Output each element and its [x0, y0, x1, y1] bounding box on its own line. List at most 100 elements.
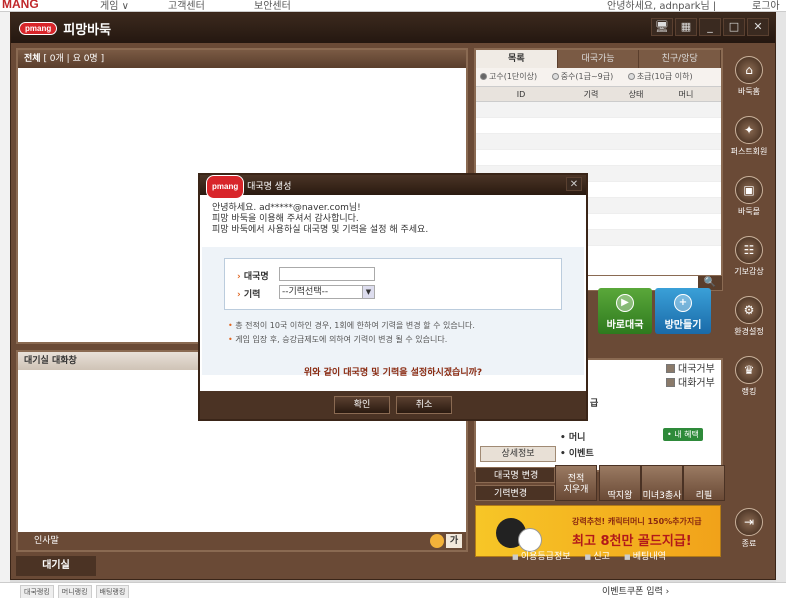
col-grade[interactable]: 기력 [566, 87, 616, 101]
name-input[interactable] [279, 267, 375, 281]
nav-label: 기보감상 [734, 267, 764, 276]
create-room-button[interactable]: + 방만들기 [655, 288, 711, 334]
dialog-question: 위와 같이 대국명 및 기력을 설정하시겠습니까? [303, 368, 483, 378]
emoticon-icon[interactable] [430, 534, 444, 548]
nav-baduk-home[interactable]: ⌂ 바둑홈 [728, 56, 770, 116]
ok-button[interactable]: 확인 [334, 396, 390, 414]
greeting-line: 안녕하세요. ad*****@naver.com님! [212, 203, 361, 213]
grade-filter: 고수(1단이상) 중수(1급~9급) 초급(10급 이하) [476, 68, 721, 86]
maximize-button[interactable]: □ [723, 18, 745, 36]
nav-baduk-mall[interactable]: ▣ 바둑몰 [728, 176, 770, 236]
tab-available[interactable]: 대국가능 [557, 50, 640, 68]
side-nav: ⌂ 바둑홈 ✦ 퍼스트회원 ▣ 바둑몰 ☷ 기보감상 ⚙ 환경설정 ♛ 랭킹 [728, 56, 770, 416]
grade-select-value: --기력선택-- [282, 287, 329, 297]
exit-label: 종료 [741, 539, 757, 548]
tab-friends[interactable]: 친구/앙당 [639, 50, 722, 68]
nav-settings[interactable]: ⚙ 환경설정 [728, 296, 770, 356]
change-name-button[interactable]: 대국명 변경 [475, 467, 555, 483]
checkbox-icon[interactable] [666, 364, 675, 373]
col-money[interactable]: 머니 [656, 87, 716, 101]
nav-game-records[interactable]: ☷ 기보감상 [728, 236, 770, 296]
menu-game[interactable]: 게임 ∨ [100, 0, 129, 11]
app-title: 피망바둑 [63, 23, 112, 38]
refuse-game-checkbox[interactable]: 대국거부 [666, 360, 715, 375]
browser-bottom-bar: 대국랭킹 머니랭킹 배팅랭킹 이벤트쿠폰 입력 › [0, 582, 786, 598]
minimize-button[interactable]: _ [699, 18, 721, 36]
dialog-footer: 확인 취소 [200, 391, 586, 419]
menu-security[interactable]: 보안센터 [254, 0, 291, 11]
grade-high[interactable]: 고수(1단이상) [480, 72, 543, 81]
greeting-button[interactable]: 인사말 [34, 536, 59, 546]
tab-rank-money[interactable]: 머니랭킹 [57, 585, 92, 598]
quick-game-button[interactable]: ▶ 바로대국 [598, 288, 652, 334]
refuse-chat-checkbox[interactable]: 대화거부 [666, 374, 715, 389]
quick-game-label: 바로대국 [606, 320, 644, 331]
tab-list[interactable]: 목록 [476, 50, 558, 68]
plus-icon: + [674, 294, 692, 312]
grade-high-label: 고수(1단이상) [489, 72, 538, 81]
refill-button[interactable]: 리필 [683, 465, 725, 501]
room-filter-all[interactable]: 전체 [24, 54, 41, 64]
list-item[interactable] [476, 134, 721, 150]
screen-icon[interactable]: 🖥 [651, 18, 673, 36]
radio-icon[interactable] [551, 73, 559, 80]
bet-history-link[interactable]: 베팅내역 [624, 549, 666, 562]
dialog-title: 대국명 생성 [247, 182, 292, 192]
grade-value: 급 [590, 399, 599, 409]
medal-icon: ♛ [735, 356, 763, 384]
dialog-notes: 총 전적이 10국 이하인 경우, 1회에 한하여 기력을 변경 할 수 있습니… [228, 319, 475, 347]
browser-right-strip [776, 12, 786, 582]
greeting-line: 피망 바둑을 이용해 주셔서 감사합니다. [212, 214, 359, 224]
magnifier-icon: ☷ [735, 236, 763, 264]
site-logo[interactable]: MANG [2, 0, 39, 11]
grade-select[interactable]: --기력선택-- ▼ [279, 285, 375, 299]
checkbox-icon[interactable] [666, 378, 675, 387]
cancel-button[interactable]: 취소 [396, 396, 452, 414]
col-status[interactable]: 상태 [616, 87, 656, 101]
list-item[interactable] [476, 150, 721, 166]
tab-rank-bet[interactable]: 배팅랭킹 [95, 585, 130, 598]
grade-low-label: 초급(10급 이하) [636, 72, 693, 81]
logout-link[interactable]: 로그아웃 [752, 0, 786, 11]
refuse-chat-label: 대화거부 [678, 378, 715, 389]
grid-icon[interactable]: ▦ [675, 18, 697, 36]
dialog-close-icon[interactable]: ✕ [566, 177, 582, 191]
room-list-header: 전체 [ 0개 | 요 0명 ] [18, 50, 466, 68]
font-button[interactable]: 가 [446, 534, 462, 548]
col-id[interactable]: ID [476, 87, 566, 101]
dialog-title-bar: pmang 대국명 생성 ✕ [200, 175, 586, 199]
change-grade-button[interactable]: 기력변경 [475, 485, 555, 501]
event-label: • 이벤트 [560, 449, 594, 459]
dialog-form-box: 대국명 기력 --기력선택-- ▼ [224, 258, 562, 310]
close-button[interactable]: ✕ [747, 18, 769, 36]
nav-first-member[interactable]: ✦ 퍼스트회원 [728, 116, 770, 176]
my-benefit-button[interactable]: • 내 혜택 [663, 428, 703, 441]
grade-low[interactable]: 초급(10급 이하) [627, 72, 699, 81]
chevron-down-icon[interactable]: ▼ [362, 286, 374, 298]
list-item[interactable] [476, 118, 721, 134]
tab-lobby[interactable]: 대기실 [16, 556, 96, 576]
grade-info-link[interactable]: 이용등급정보 [512, 549, 571, 562]
report-link[interactable]: 신고 [585, 549, 610, 562]
nav-label: 퍼스트회원 [730, 147, 768, 156]
record-eraser-button[interactable]: 전적 지우개 [555, 465, 597, 501]
ttakji-button[interactable]: 딱지왕 [599, 465, 641, 501]
menu-customer[interactable]: 고객센터 [168, 0, 205, 11]
tab-rank-game[interactable]: 대국랭킹 [20, 585, 54, 598]
list-item[interactable] [476, 102, 721, 118]
nav-label: 바둑몰 [737, 207, 761, 216]
room-counts: [ 0개 | 요 0명 ] [43, 54, 105, 64]
dialog-greeting: 안녕하세요. ad*****@naver.com님! 피망 바둑을 이용해 주셔… [200, 195, 586, 244]
beauty-trio-button[interactable]: 미녀3총사 [641, 465, 683, 501]
grade-label: 기력 [237, 287, 261, 300]
chat-input[interactable]: 인사말 가 [18, 532, 466, 550]
money-label: • 머니 [560, 433, 586, 443]
radio-icon[interactable] [627, 73, 635, 80]
pmang-logo: pmang [206, 175, 245, 199]
nav-ranking[interactable]: ♛ 랭킹 [728, 356, 770, 416]
coupon-link[interactable]: 이벤트쿠폰 입력 › [602, 584, 669, 597]
grade-mid[interactable]: 중수(1급~9급) [551, 72, 620, 81]
detail-info-button[interactable]: 상세정보 [480, 446, 556, 462]
exit-button[interactable]: ⇥ 종료 [728, 508, 770, 549]
radio-icon[interactable] [480, 73, 487, 80]
